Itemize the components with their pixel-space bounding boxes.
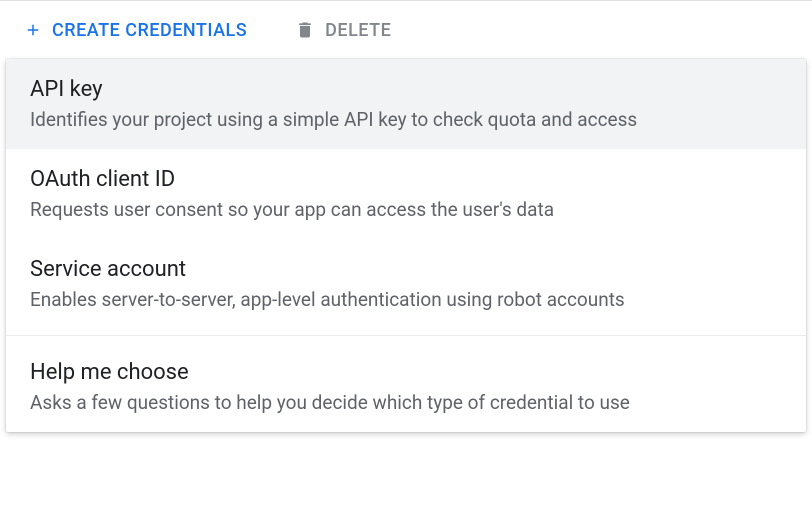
delete-button[interactable]: DELETE: [295, 19, 391, 41]
menu-item-title: Service account: [30, 257, 782, 282]
menu-item-service-account[interactable]: Service account Enables server-to-server…: [6, 239, 806, 329]
menu-item-description: Enables server-to-server, app-level auth…: [30, 288, 782, 311]
menu-item-title: Help me choose: [30, 360, 782, 385]
menu-item-description: Asks a few questions to help you decide …: [30, 391, 782, 414]
trash-icon: [295, 19, 315, 41]
menu-item-help-me-choose[interactable]: Help me choose Asks a few questions to h…: [6, 342, 806, 432]
menu-item-title: OAuth client ID: [30, 167, 782, 192]
toolbar: CREATE CREDENTIALS DELETE: [0, 1, 812, 59]
create-credentials-dropdown: API key Identifies your project using a …: [6, 59, 806, 432]
menu-item-title: API key: [30, 77, 782, 102]
menu-divider: [6, 335, 806, 336]
menu-item-description: Identifies your project using a simple A…: [30, 108, 782, 131]
menu-item-api-key[interactable]: API key Identifies your project using a …: [6, 59, 806, 149]
menu-item-description: Requests user consent so your app can ac…: [30, 198, 782, 221]
create-credentials-label: CREATE CREDENTIALS: [52, 20, 247, 41]
menu-item-oauth-client-id[interactable]: OAuth client ID Requests user consent so…: [6, 149, 806, 239]
plus-icon: [24, 21, 42, 39]
create-credentials-button[interactable]: CREATE CREDENTIALS: [24, 20, 247, 41]
delete-label: DELETE: [325, 20, 391, 41]
